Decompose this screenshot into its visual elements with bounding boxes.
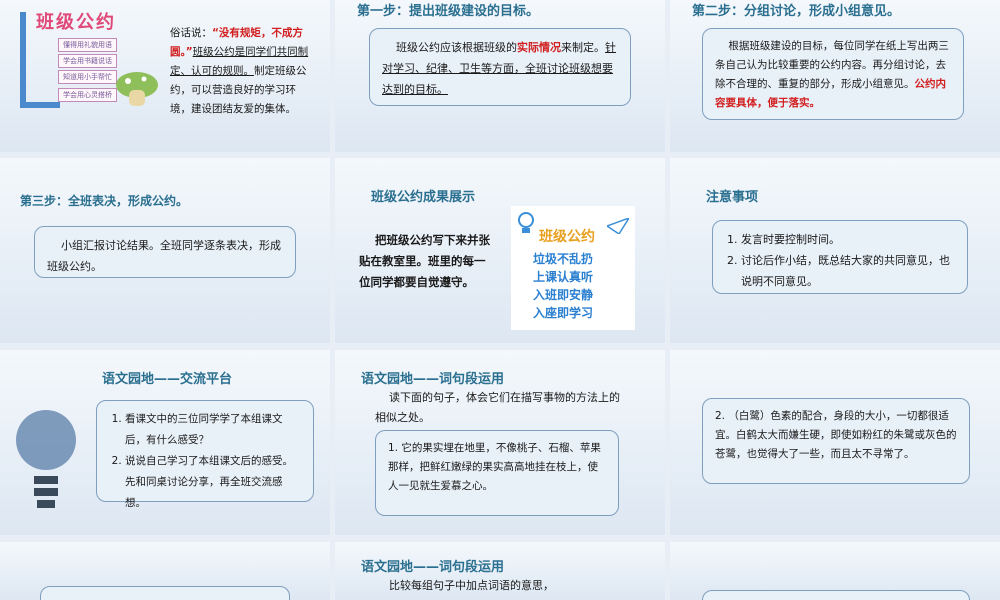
mushroom-icon bbox=[116, 72, 158, 106]
slide-5[interactable]: 班级公约成果展示 把班级公约写下来并张贴在教室里。班里的每一位同学都要自觉遵守。… bbox=[335, 158, 665, 343]
charter-card: 班级公约 垃圾不乱扔 上课认真听 入班即安静 入座即学习 bbox=[511, 206, 635, 330]
poster-line: 学会用书籍说话 bbox=[58, 54, 117, 68]
slide-9[interactable]: 2. （白鹭）色素的配合，身段的大小，一切都很适宜。白鹤太大而嫌生硬，即使如粉红… bbox=[670, 350, 1000, 535]
card-line: 入座即学习 bbox=[533, 306, 594, 320]
slide-6[interactable]: 注意事项 发言时要控制时间。 讨论后作小结，既总结大家的共同意见，也说明不同意见… bbox=[670, 158, 1000, 343]
bulb-icon bbox=[518, 212, 534, 233]
poster-stick-icon bbox=[20, 12, 26, 108]
content-box bbox=[702, 590, 970, 600]
instruction-span: 读下面的句子，体会它们在描写事物的方法上的相似之处。 bbox=[375, 391, 620, 424]
slide-1[interactable]: 班级公约 懂得用礼貌用语 学会用书籍说话 知道用小手帮忙 学会用心灵搭桥 俗话说… bbox=[0, 0, 330, 152]
card-line: 垃圾不乱扔 bbox=[533, 252, 594, 266]
intro-paragraph: 俗话说：“没有规矩，不成方圆。”班级公约是同学们共同制定、认可的规则。制定班级公… bbox=[170, 24, 310, 119]
slide-2[interactable]: 第一步：提出班级建设的目标。 班级公约应该根据班级的实际情况来制定。针对学习、纪… bbox=[335, 0, 665, 152]
note-item: 发言时要控制时间。 bbox=[741, 229, 955, 250]
step-text-a: 班级公约应该根据班级的 bbox=[396, 41, 517, 54]
discussion-item: 说说自己学习了本组课文后的感受。先和同桌讨论分享，再全班交流感想。 bbox=[125, 451, 301, 514]
highlight-text: 实际情况 bbox=[517, 41, 561, 54]
sentence-text: 2. （白鹭）色素的配合，身段的大小，一切都很适宜。白鹤太大而嫌生硬，即使如粉红… bbox=[715, 410, 957, 460]
discussion-box: 看课文中的三位同学学了本组课文后，有什么感受？ 说说自己学习了本组课文后的感受。… bbox=[96, 400, 314, 509]
slide-8[interactable]: 语文园地——词句段运用 读下面的句子，体会它们在描写事物的方法上的相似之处。 1… bbox=[335, 350, 665, 535]
content-box bbox=[40, 586, 290, 600]
poster-base-icon bbox=[20, 102, 60, 108]
note-item: 讨论后作小结，既总结大家的共同意见，也说明不同意见。 bbox=[741, 250, 955, 292]
display-text: 把班级公约写下来并张贴在教室里。班里的每一位同学都要自觉遵守。 bbox=[359, 233, 491, 289]
card-line: 入班即安静 bbox=[533, 288, 594, 302]
slide-heading: 班级公约成果展示 bbox=[371, 190, 476, 205]
card-line: 上课认真听 bbox=[533, 270, 594, 284]
intro-prefix: 俗话说： bbox=[170, 27, 212, 39]
sentence-text: 1. 它的果实埋在地里，不像桃子、石榴、苹果那样，把鲜红嫩绿的果实高高地挂在枝上… bbox=[388, 442, 601, 492]
slide-7[interactable]: 语文园地——交流平台 看课文中的三位同学学了本组课文后，有什么感受？ 说说自己学… bbox=[0, 350, 330, 535]
display-paragraph: 把班级公约写下来并张贴在教室里。班里的每一位同学都要自觉遵守。 bbox=[359, 230, 493, 293]
instruction-text: 读下面的句子，体会它们在描写事物的方法上的相似之处。 bbox=[375, 388, 625, 428]
poster-line: 学会用心灵搭桥 bbox=[58, 88, 117, 102]
poster-title: 班级公约 bbox=[36, 12, 116, 33]
card-title: 班级公约 bbox=[539, 229, 595, 245]
slide-heading: 语文园地——词句段运用 bbox=[361, 560, 505, 575]
slide-12[interactable] bbox=[670, 542, 1000, 600]
step-box: 根据班级建设的目标，每位同学在纸上写出两三条自己认为比较重要的公约内容。再分组讨… bbox=[702, 28, 964, 120]
slide-3[interactable]: 第二步：分组讨论，形成小组意见。 根据班级建设的目标，每位同学在纸上写出两三条自… bbox=[670, 0, 1000, 152]
sentence-box: 1. 它的果实埋在地里，不像桃子、石榴、苹果那样，把鲜红嫩绿的果实高高地挂在枝上… bbox=[375, 430, 619, 516]
slide-11[interactable]: 语文园地——词句段运用 比较每组句子中加点词语的意思， bbox=[335, 542, 665, 600]
discussion-item: 看课文中的三位同学学了本组课文后，有什么感受？ bbox=[125, 409, 301, 451]
instruction-span: 比较每组句子中加点词语的意思， bbox=[389, 579, 554, 592]
poster-line: 懂得用礼貌用语 bbox=[58, 38, 117, 52]
slide-heading: 第三步：全班表决，形成公约。 bbox=[20, 194, 189, 208]
slide-heading: 第一步：提出班级建设的目标。 bbox=[357, 4, 540, 19]
instruction-text: 比较每组句子中加点词语的意思， bbox=[375, 576, 625, 596]
step-box: 小组汇报讨论结果。全班同学逐条表决，形成班级公约。 bbox=[34, 226, 296, 278]
step-text: 小组汇报讨论结果。全班同学逐条表决，形成班级公约。 bbox=[47, 239, 281, 273]
sentence-box: 2. （白鹭）色素的配合，身段的大小，一切都很适宜。白鹤太大而嫌生硬，即使如粉红… bbox=[702, 398, 970, 484]
notes-box: 发言时要控制时间。 讨论后作小结，既总结大家的共同意见，也说明不同意见。 bbox=[712, 220, 968, 294]
step-text-b: 来制定。 bbox=[561, 41, 605, 54]
poster-graphic: 班级公约 懂得用礼貌用语 学会用书籍说话 知道用小手帮忙 学会用心灵搭桥 bbox=[18, 6, 158, 110]
poster-line: 知道用小手帮忙 bbox=[58, 70, 117, 84]
slide-heading: 语文园地——交流平台 bbox=[102, 372, 233, 387]
bulb-icon bbox=[16, 410, 76, 508]
slide-heading: 语文园地——词句段运用 bbox=[361, 372, 505, 387]
step-box: 班级公约应该根据班级的实际情况来制定。针对学习、纪律、卫生等方面，全班讨论班级想… bbox=[369, 28, 631, 106]
paper-plane-icon bbox=[607, 218, 629, 234]
slide-heading: 第二步：分组讨论，形成小组意见。 bbox=[692, 4, 901, 19]
slide-10[interactable] bbox=[0, 542, 330, 600]
slide-4[interactable]: 第三步：全班表决，形成公约。 小组汇报讨论结果。全班同学逐条表决，形成班级公约。 bbox=[0, 158, 330, 343]
slide-heading: 注意事项 bbox=[706, 190, 759, 205]
